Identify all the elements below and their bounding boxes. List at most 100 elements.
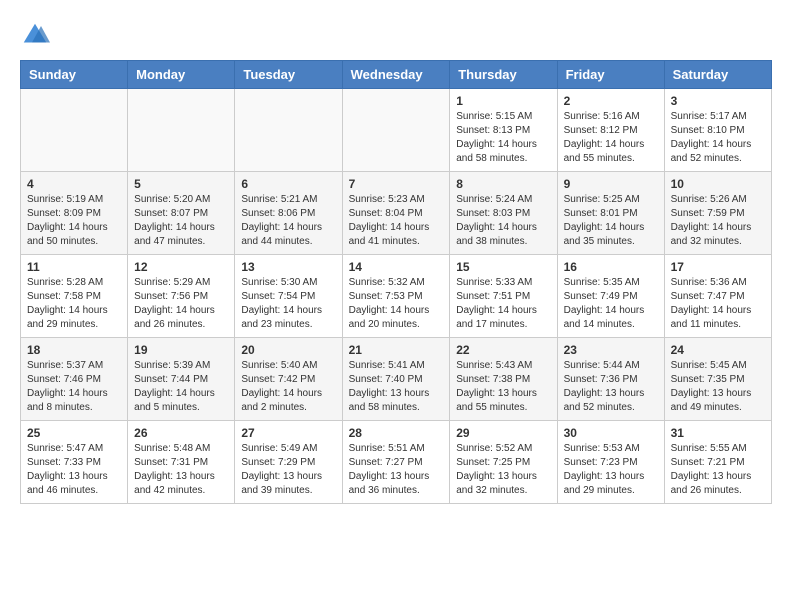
day-number: 21	[349, 343, 444, 357]
day-number: 5	[134, 177, 228, 191]
calendar-cell: 28 Sunrise: 5:51 AM Sunset: 7:27 PM Dayli…	[342, 421, 450, 504]
page-header	[20, 20, 772, 50]
day-info: Sunrise: 5:16 AM Sunset: 8:12 PM Dayligh…	[564, 110, 658, 166]
calendar-cell: 15 Sunrise: 5:33 AM Sunset: 7:51 PM Dayli…	[450, 255, 557, 338]
calendar-cell: 13 Sunrise: 5:30 AM Sunset: 7:54 PM Dayli…	[235, 255, 342, 338]
calendar-cell: 24 Sunrise: 5:45 AM Sunset: 7:35 PM Dayli…	[664, 338, 771, 421]
calendar-cell	[342, 89, 450, 172]
calendar-cell: 7 Sunrise: 5:23 AM Sunset: 8:04 PM Daylig…	[342, 172, 450, 255]
week-row-5: 25Sunrise: 5:47 AM Sunset: 7:33 PM Dayli…	[21, 421, 772, 504]
calendar-cell: 12 Sunrise: 5:29 AM Sunset: 7:56 PM Dayli…	[128, 255, 235, 338]
day-number: 13	[241, 260, 335, 274]
day-number: 27	[241, 426, 335, 440]
calendar-cell: 31Sunrise: 5:55 AM Sunset: 7:21 PM Dayli…	[664, 421, 771, 504]
day-info: Sunrise: 5:23 AM Sunset: 8:04 PM Dayligh…	[349, 193, 444, 249]
day-info: Sunrise: 5:43 AM Sunset: 7:38 PM Dayligh…	[456, 359, 550, 415]
logo-icon	[20, 20, 50, 50]
weekday-header-friday: Friday	[557, 61, 664, 89]
calendar-cell: 26 Sunrise: 5:48 AM Sunset: 7:31 PM Dayli…	[128, 421, 235, 504]
day-info: Sunrise: 5:20 AM Sunset: 8:07 PM Dayligh…	[134, 193, 228, 249]
calendar-cell: 10Sunrise: 5:26 AM Sunset: 7:59 PM Dayli…	[664, 172, 771, 255]
day-info: Sunrise: 5:26 AM Sunset: 7:59 PM Dayligh…	[671, 193, 765, 249]
weekday-header-row: SundayMondayTuesdayWednesdayThursdayFrid…	[21, 61, 772, 89]
day-number: 11	[27, 260, 121, 274]
calendar-cell: 8 Sunrise: 5:24 AM Sunset: 8:03 PM Daylig…	[450, 172, 557, 255]
day-info: Sunrise: 5:35 AM Sunset: 7:49 PM Dayligh…	[564, 276, 658, 332]
day-info: Sunrise: 5:30 AM Sunset: 7:54 PM Dayligh…	[241, 276, 335, 332]
calendar-cell: 23Sunrise: 5:44 AM Sunset: 7:36 PM Dayli…	[557, 338, 664, 421]
calendar-cell: 1 Sunrise: 5:15 AM Sunset: 8:13 PM Daylig…	[450, 89, 557, 172]
day-info: Sunrise: 5:48 AM Sunset: 7:31 PM Dayligh…	[134, 442, 228, 498]
day-info: Sunrise: 5:21 AM Sunset: 8:06 PM Dayligh…	[241, 193, 335, 249]
calendar-cell: 16 Sunrise: 5:35 AM Sunset: 7:49 PM Dayli…	[557, 255, 664, 338]
day-info: Sunrise: 5:47 AM Sunset: 7:33 PM Dayligh…	[27, 442, 121, 498]
day-info: Sunrise: 5:28 AM Sunset: 7:58 PM Dayligh…	[27, 276, 121, 332]
calendar-cell: 29 Sunrise: 5:52 AM Sunset: 7:25 PM Dayli…	[450, 421, 557, 504]
calendar-cell: 9Sunrise: 5:25 AM Sunset: 8:01 PM Daylig…	[557, 172, 664, 255]
day-info: Sunrise: 5:29 AM Sunset: 7:56 PM Dayligh…	[134, 276, 228, 332]
day-number: 4	[27, 177, 121, 191]
weekday-header-thursday: Thursday	[450, 61, 557, 89]
week-row-1: 1 Sunrise: 5:15 AM Sunset: 8:13 PM Daylig…	[21, 89, 772, 172]
calendar-cell: 27 Sunrise: 5:49 AM Sunset: 7:29 PM Dayli…	[235, 421, 342, 504]
day-number: 15	[456, 260, 550, 274]
day-info: Sunrise: 5:45 AM Sunset: 7:35 PM Dayligh…	[671, 359, 765, 415]
day-info: Sunrise: 5:41 AM Sunset: 7:40 PM Dayligh…	[349, 359, 444, 415]
day-info: Sunrise: 5:55 AM Sunset: 7:21 PM Dayligh…	[671, 442, 765, 498]
day-number: 8	[456, 177, 550, 191]
calendar-cell	[235, 89, 342, 172]
day-info: Sunrise: 5:49 AM Sunset: 7:29 PM Dayligh…	[241, 442, 335, 498]
calendar-cell: 20 Sunrise: 5:40 AM Sunset: 7:42 PM Dayli…	[235, 338, 342, 421]
calendar-cell: 25Sunrise: 5:47 AM Sunset: 7:33 PM Dayli…	[21, 421, 128, 504]
day-info: Sunrise: 5:40 AM Sunset: 7:42 PM Dayligh…	[241, 359, 335, 415]
logo	[20, 20, 52, 50]
day-number: 3	[671, 94, 765, 108]
day-number: 29	[456, 426, 550, 440]
day-info: Sunrise: 5:39 AM Sunset: 7:44 PM Dayligh…	[134, 359, 228, 415]
calendar-cell: 21 Sunrise: 5:41 AM Sunset: 7:40 PM Dayli…	[342, 338, 450, 421]
day-info: Sunrise: 5:52 AM Sunset: 7:25 PM Dayligh…	[456, 442, 550, 498]
day-info: Sunrise: 5:51 AM Sunset: 7:27 PM Dayligh…	[349, 442, 444, 498]
day-number: 14	[349, 260, 444, 274]
weekday-header-wednesday: Wednesday	[342, 61, 450, 89]
calendar-cell	[21, 89, 128, 172]
weekday-header-sunday: Sunday	[21, 61, 128, 89]
calendar-cell: 14 Sunrise: 5:32 AM Sunset: 7:53 PM Dayli…	[342, 255, 450, 338]
calendar-cell: 2 Sunrise: 5:16 AM Sunset: 8:12 PM Daylig…	[557, 89, 664, 172]
day-number: 1	[456, 94, 550, 108]
weekday-header-saturday: Saturday	[664, 61, 771, 89]
calendar-cell: 22 Sunrise: 5:43 AM Sunset: 7:38 PM Dayli…	[450, 338, 557, 421]
day-number: 16	[564, 260, 658, 274]
day-info: Sunrise: 5:19 AM Sunset: 8:09 PM Dayligh…	[27, 193, 121, 249]
day-number: 12	[134, 260, 228, 274]
day-number: 2	[564, 94, 658, 108]
day-number: 22	[456, 343, 550, 357]
day-info: Sunrise: 5:17 AM Sunset: 8:10 PM Dayligh…	[671, 110, 765, 166]
day-info: Sunrise: 5:15 AM Sunset: 8:13 PM Dayligh…	[456, 110, 550, 166]
calendar-cell: 11 Sunrise: 5:28 AM Sunset: 7:58 PM Dayli…	[21, 255, 128, 338]
day-number: 20	[241, 343, 335, 357]
day-info: Sunrise: 5:44 AM Sunset: 7:36 PM Dayligh…	[564, 359, 658, 415]
day-number: 7	[349, 177, 444, 191]
day-info: Sunrise: 5:53 AM Sunset: 7:23 PM Dayligh…	[564, 442, 658, 498]
week-row-2: 4 Sunrise: 5:19 AM Sunset: 8:09 PM Daylig…	[21, 172, 772, 255]
day-info: Sunrise: 5:24 AM Sunset: 8:03 PM Dayligh…	[456, 193, 550, 249]
day-info: Sunrise: 5:32 AM Sunset: 7:53 PM Dayligh…	[349, 276, 444, 332]
calendar-cell: 4 Sunrise: 5:19 AM Sunset: 8:09 PM Daylig…	[21, 172, 128, 255]
day-info: Sunrise: 5:37 AM Sunset: 7:46 PM Dayligh…	[27, 359, 121, 415]
calendar-cell: 18 Sunrise: 5:37 AM Sunset: 7:46 PM Dayli…	[21, 338, 128, 421]
weekday-header-tuesday: Tuesday	[235, 61, 342, 89]
day-number: 24	[671, 343, 765, 357]
day-number: 28	[349, 426, 444, 440]
day-info: Sunrise: 5:33 AM Sunset: 7:51 PM Dayligh…	[456, 276, 550, 332]
day-number: 19	[134, 343, 228, 357]
calendar-cell: 30Sunrise: 5:53 AM Sunset: 7:23 PM Dayli…	[557, 421, 664, 504]
calendar-cell: 19 Sunrise: 5:39 AM Sunset: 7:44 PM Dayli…	[128, 338, 235, 421]
weekday-header-monday: Monday	[128, 61, 235, 89]
day-info: Sunrise: 5:25 AM Sunset: 8:01 PM Dayligh…	[564, 193, 658, 249]
calendar-cell	[128, 89, 235, 172]
week-row-3: 11 Sunrise: 5:28 AM Sunset: 7:58 PM Dayli…	[21, 255, 772, 338]
day-number: 18	[27, 343, 121, 357]
calendar-cell: 3 Sunrise: 5:17 AM Sunset: 8:10 PM Daylig…	[664, 89, 771, 172]
day-number: 26	[134, 426, 228, 440]
